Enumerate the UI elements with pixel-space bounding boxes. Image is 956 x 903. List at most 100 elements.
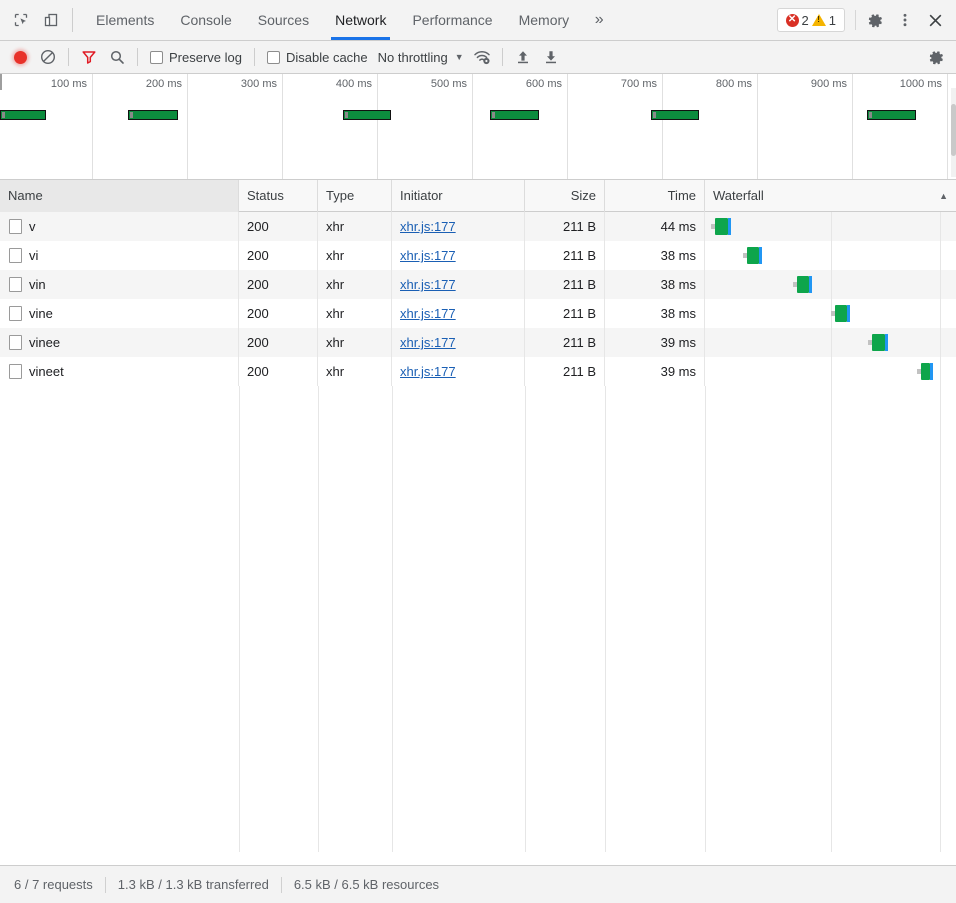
waterfall-bar[interactable] [797, 276, 812, 293]
table-row[interactable]: vinee 200 xhr xhr.js:177 211 B 39 ms [0, 328, 956, 357]
table-row[interactable]: vi 200 xhr xhr.js:177 211 B 38 ms [0, 241, 956, 270]
tab-performance[interactable]: Performance [399, 0, 505, 40]
kebab-menu-icon[interactable] [890, 5, 920, 35]
tab-memory[interactable]: Memory [506, 0, 583, 40]
column-header-type[interactable]: Type [318, 180, 392, 212]
issues-badge[interactable]: ✕ 2 1 [776, 8, 845, 32]
devtools-tab-bar: Elements Console Sources Network Perform… [0, 0, 956, 41]
column-header-size[interactable]: Size [525, 180, 605, 212]
warning-icon [811, 14, 826, 26]
overview-bar-queue-segment [869, 112, 872, 118]
waterfall-bar[interactable] [747, 247, 762, 264]
initiator-link[interactable]: xhr.js:177 [400, 335, 456, 350]
disable-cache-checkbox[interactable]: Disable cache [261, 44, 374, 70]
disable-cache-label: Disable cache [285, 49, 368, 65]
more-tabs-chevron-icon[interactable]: » [582, 0, 616, 40]
overview-tick-label: 400 ms [335, 78, 372, 90]
cell-waterfall [705, 328, 956, 357]
cell-size-value: 211 B [562, 306, 596, 321]
search-icon[interactable] [103, 44, 131, 70]
upload-arrow-icon[interactable] [509, 44, 537, 70]
cell-initiator: xhr.js:177 [392, 270, 525, 299]
table-row[interactable]: vine 200 xhr xhr.js:177 211 B 38 ms [0, 299, 956, 328]
initiator-link[interactable]: xhr.js:177 [400, 306, 456, 321]
overview-gridline [187, 74, 188, 179]
initiator-link[interactable]: xhr.js:177 [400, 364, 456, 379]
request-name: v [29, 219, 36, 234]
disable-cache-box [266, 50, 280, 64]
tab-console[interactable]: Console [167, 0, 244, 40]
cell-type-value: xhr [326, 219, 345, 234]
table-row[interactable]: vineet 200 xhr xhr.js:177 211 B 39 ms [0, 357, 956, 386]
cell-time-value: 38 ms [660, 306, 696, 321]
record-button-icon[interactable] [6, 44, 34, 70]
error-count: 2 [801, 12, 809, 28]
wifi-settings-icon[interactable] [468, 44, 496, 70]
cell-waterfall [705, 357, 956, 386]
cell-name: vinee [0, 328, 239, 357]
overview-tick-label: 500 ms [430, 78, 467, 90]
overview-scrollbar-track[interactable] [951, 88, 956, 177]
initiator-link[interactable]: xhr.js:177 [400, 277, 456, 292]
tab-sources[interactable]: Sources [245, 0, 322, 40]
cell-type: xhr [318, 270, 392, 299]
initiator-link[interactable]: xhr.js:177 [400, 219, 456, 234]
record-dot [13, 50, 27, 64]
overview-tick-label: 300 ms [240, 78, 277, 90]
overview-origin-tick [0, 74, 2, 90]
cell-type: xhr [318, 212, 392, 241]
waterfall-bar[interactable] [835, 305, 850, 322]
tab-elements[interactable]: Elements [83, 0, 167, 40]
cell-time: 39 ms [605, 357, 705, 386]
table-row[interactable]: v 200 xhr xhr.js:177 211 B 44 ms [0, 212, 956, 241]
tab-elements-label: Elements [96, 12, 155, 28]
waterfall-gridline [940, 241, 941, 270]
close-icon[interactable] [920, 5, 950, 35]
overview-tick-label: 800 ms [715, 78, 752, 90]
column-header-name[interactable]: Name [0, 180, 239, 212]
waterfall-bar[interactable] [872, 334, 888, 351]
cell-status: 200 [239, 212, 318, 241]
waterfall-bar[interactable] [715, 218, 731, 235]
column-header-waterfall[interactable]: Waterfall ▲ [705, 180, 956, 212]
column-header-time-label: Time [667, 188, 696, 203]
column-header-initiator[interactable]: Initiator [392, 180, 525, 212]
network-overview-timeline[interactable]: 100 ms 200 ms 300 ms 400 ms 500 ms 600 ms 700 … [0, 74, 956, 180]
overview-gridline [947, 74, 948, 179]
filter-icon[interactable] [75, 44, 103, 70]
initiator-link[interactable]: xhr.js:177 [400, 248, 456, 263]
device-toolbar-icon[interactable] [36, 5, 66, 35]
preserve-log-checkbox[interactable]: Preserve log [144, 44, 248, 70]
waterfall-gridline [831, 270, 832, 299]
cell-name: vine [0, 299, 239, 328]
gear-icon[interactable] [860, 5, 890, 35]
document-icon [9, 306, 22, 321]
waterfall-gridline [940, 357, 941, 386]
table-row[interactable]: vin 200 xhr xhr.js:177 211 B 38 ms [0, 270, 956, 299]
cell-size: 211 B [525, 212, 605, 241]
inspect-cursor-icon[interactable] [6, 5, 36, 35]
cell-size: 211 B [525, 241, 605, 270]
column-header-time[interactable]: Time [605, 180, 705, 212]
cell-type-value: xhr [326, 335, 345, 350]
overview-scrollbar-thumb[interactable] [951, 104, 956, 156]
overview-request-bar [490, 110, 539, 120]
throttling-value: No throttling [377, 49, 448, 65]
cell-size-value: 211 B [562, 219, 596, 234]
gear-icon[interactable] [922, 44, 950, 70]
throttling-select[interactable]: No throttling ▼ [374, 44, 468, 70]
column-header-status[interactable]: Status [239, 180, 318, 212]
waterfall-bar[interactable] [921, 363, 933, 380]
tab-network[interactable]: Network [322, 0, 399, 40]
toolbar-divider-3 [253, 48, 255, 66]
overview-bar-queue-segment [2, 112, 5, 118]
cell-initiator: xhr.js:177 [392, 357, 525, 386]
waterfall-gridline [940, 328, 941, 357]
overview-gridline [662, 74, 663, 179]
cell-name: vineet [0, 357, 239, 386]
clear-icon[interactable] [34, 44, 62, 70]
cell-waterfall [705, 212, 956, 241]
cell-status-value: 200 [247, 219, 269, 234]
cell-status-value: 200 [247, 306, 269, 321]
download-arrow-icon[interactable] [537, 44, 565, 70]
